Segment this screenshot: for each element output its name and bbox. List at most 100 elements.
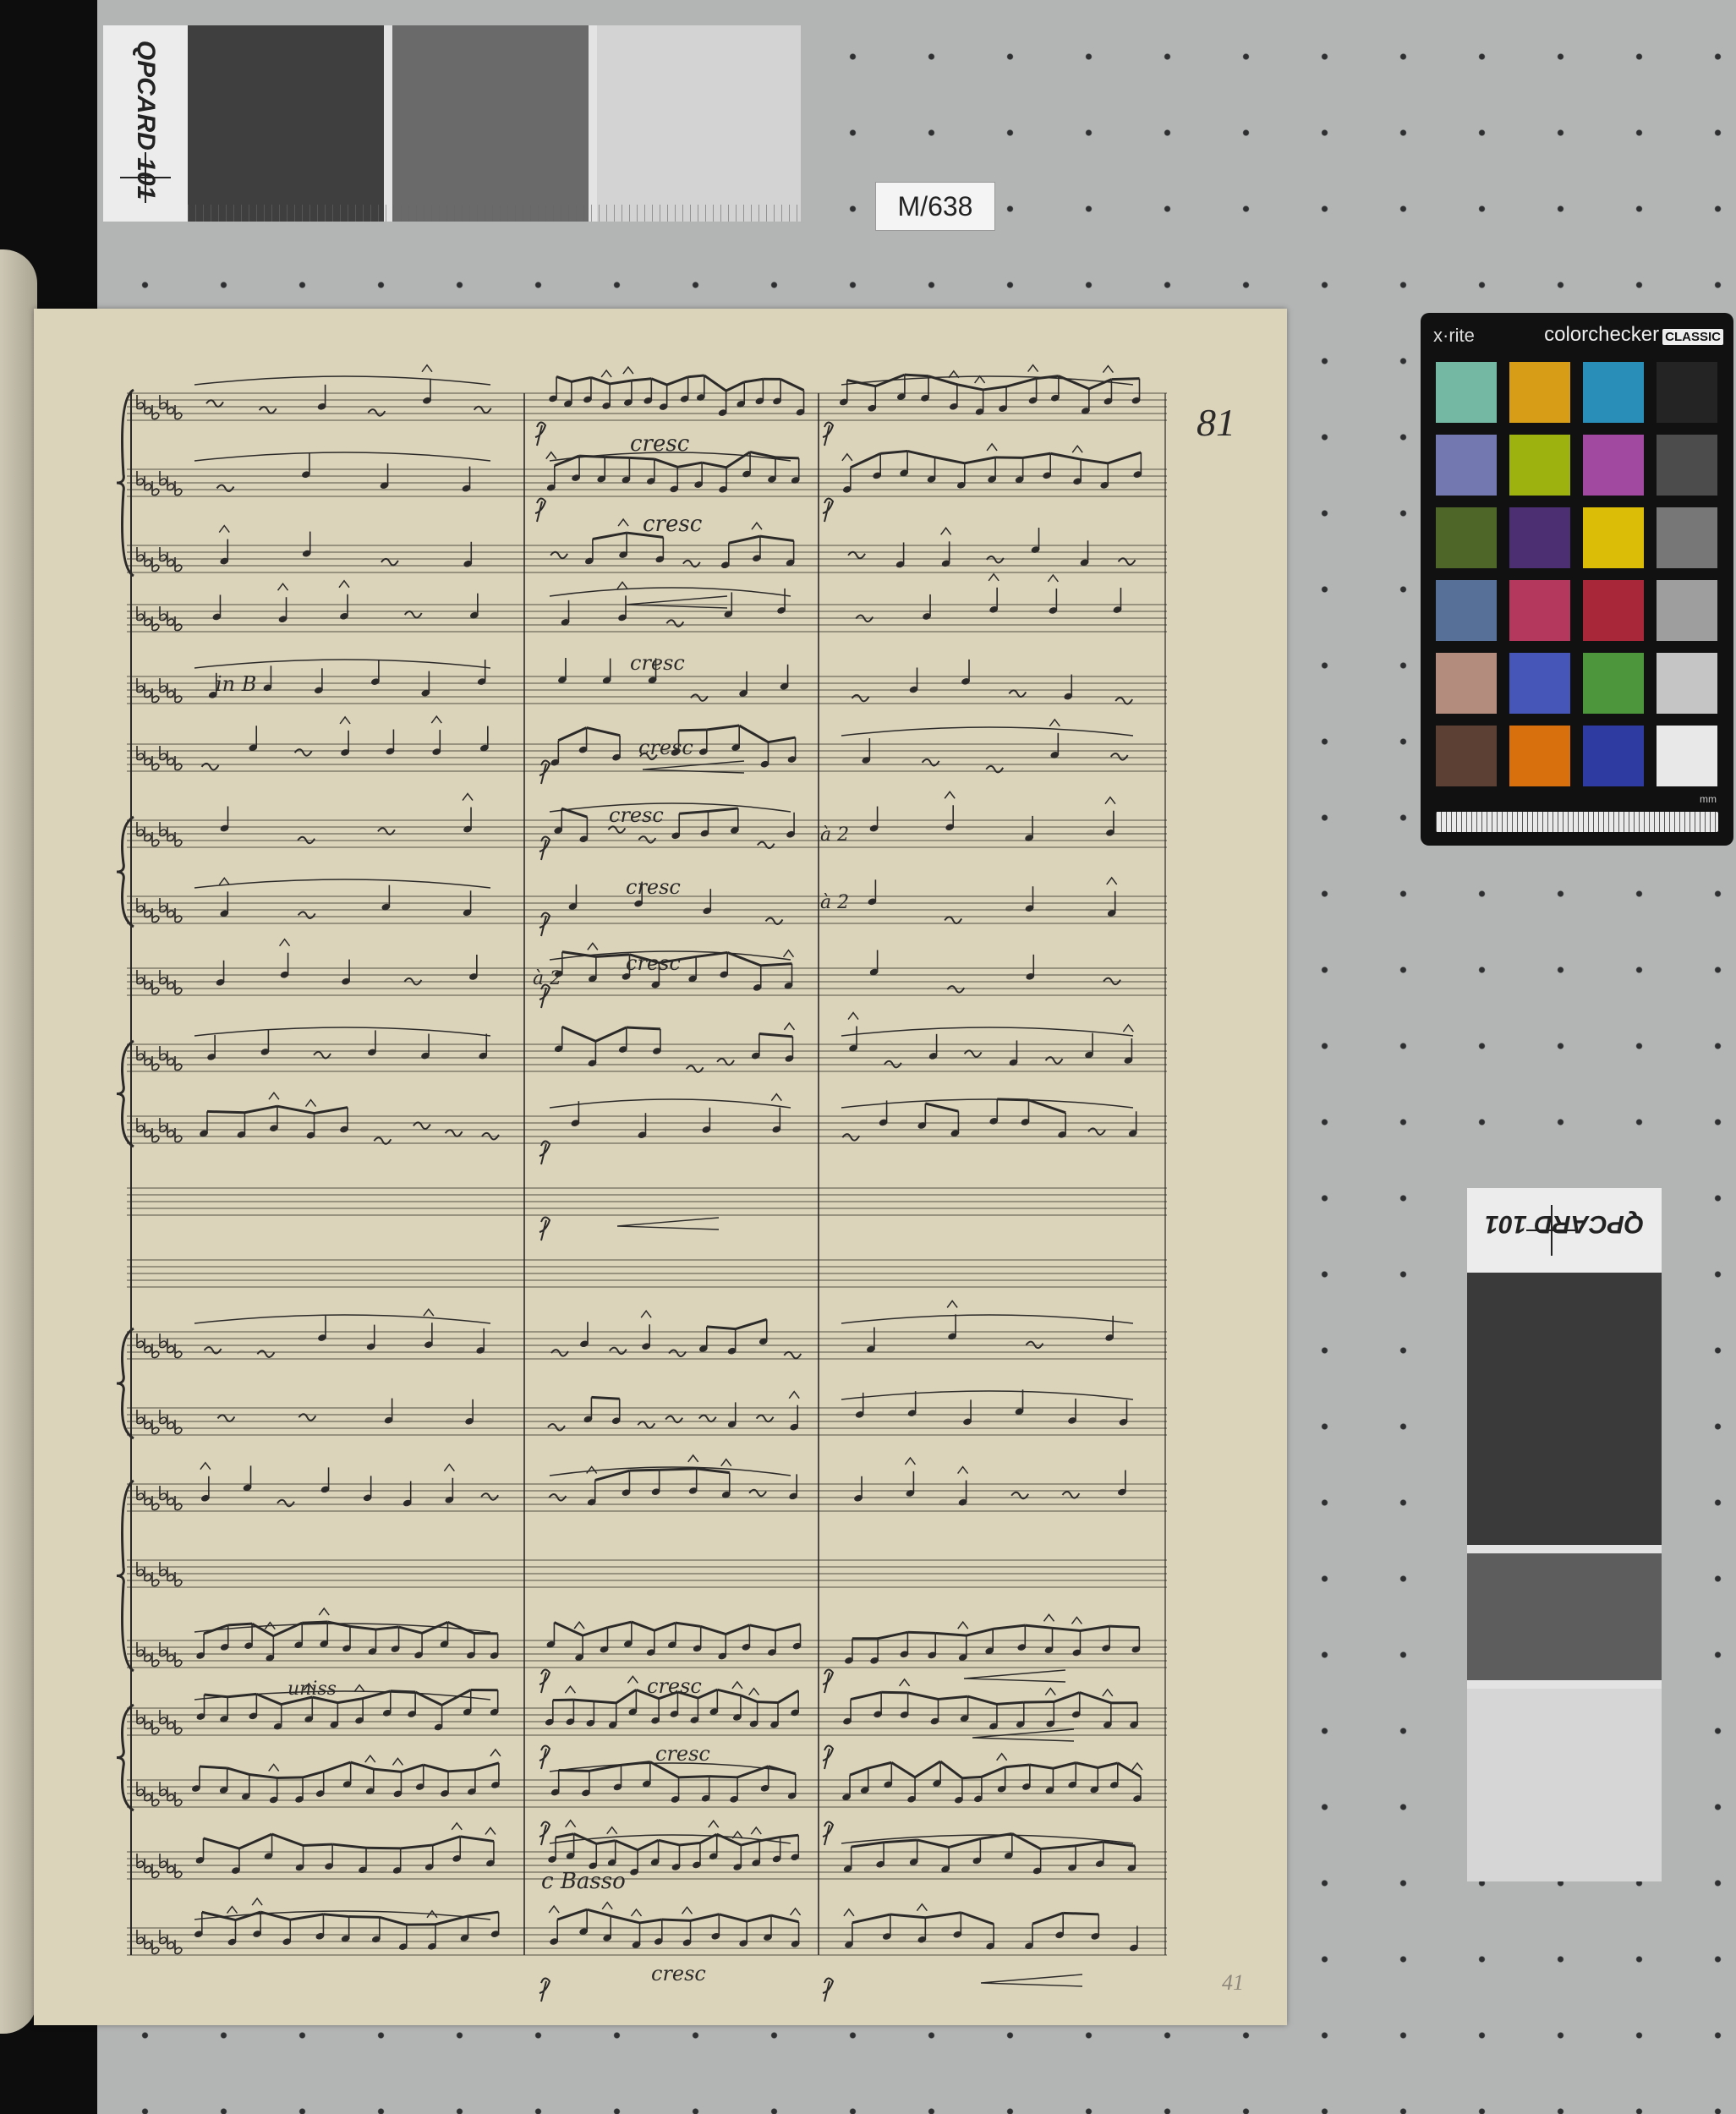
accent-mark — [338, 579, 350, 589]
rest-mark — [216, 1414, 236, 1422]
accent-mark — [304, 1098, 317, 1108]
color-swatch — [1436, 653, 1497, 714]
color-swatch — [1657, 580, 1717, 641]
note-beam — [679, 810, 709, 815]
dynamic-mark — [539, 1821, 551, 1846]
rest-mark — [216, 484, 235, 492]
note-beam — [775, 1623, 801, 1632]
slur — [841, 726, 1134, 737]
accent-mark — [277, 582, 289, 591]
accent-mark — [1102, 364, 1114, 374]
note-beam — [746, 1914, 772, 1923]
color-swatch — [1583, 580, 1644, 641]
note-beam — [375, 1625, 399, 1631]
dynamic-mark — [539, 1668, 551, 1694]
note-beam — [877, 1630, 908, 1640]
note-beam — [610, 1914, 640, 1925]
xrite-logo: x·rite — [1433, 325, 1475, 346]
note-beam — [759, 534, 794, 543]
note-beam — [235, 1910, 261, 1922]
note-beam — [1107, 451, 1142, 465]
manuscript-score-page: 81 41 cresc cresc cresc cresc cresc cres… — [34, 309, 1287, 2025]
note-beam — [337, 1697, 364, 1705]
note-beam — [740, 1839, 760, 1847]
note-beam — [255, 1692, 282, 1706]
note-beam — [700, 1624, 726, 1635]
note-beam — [277, 1104, 315, 1115]
a2-marking: à 2 — [820, 824, 850, 846]
target-brand-panel: QPCARD 101 — [1467, 1188, 1662, 1273]
color-checker-card: x·rite colorchecker CLASSIC mm — [1421, 313, 1733, 846]
note-beam — [956, 383, 983, 392]
note-beam — [914, 1760, 941, 1779]
color-swatch — [1583, 653, 1644, 714]
note-beam — [675, 1621, 701, 1628]
accent-mark — [789, 1907, 802, 1916]
accent-mark — [1106, 876, 1118, 885]
note-beam — [435, 1914, 468, 1926]
rest-mark — [205, 399, 224, 408]
cresc-marking: cresc — [638, 736, 693, 759]
slur — [194, 1027, 491, 1037]
rest-mark — [1109, 753, 1129, 761]
note-beam — [749, 1624, 776, 1632]
cresc-marking: cresc — [630, 431, 690, 457]
note-beam — [582, 1626, 608, 1637]
colorchecker-title: colorchecker CLASSIC — [1544, 323, 1723, 347]
accent-mark — [565, 1819, 577, 1828]
note-beam — [890, 1913, 926, 1920]
rest-mark — [755, 1414, 775, 1423]
note-beam — [868, 1761, 892, 1770]
accent-mark — [421, 364, 433, 373]
note-beam — [880, 449, 908, 455]
slur — [549, 587, 791, 597]
note-beam — [708, 807, 738, 813]
note-beam — [934, 456, 966, 465]
dynamic-mark — [822, 497, 835, 523]
color-swatch-grid — [1436, 362, 1718, 790]
note-beam — [852, 1913, 891, 1925]
gray-patch-dark — [188, 25, 384, 222]
note-beam — [740, 1694, 758, 1703]
note-beam — [725, 381, 745, 392]
slur — [841, 1098, 1134, 1109]
note-beam — [590, 375, 611, 386]
note-beam — [199, 1765, 227, 1770]
gray-patch-mid — [392, 25, 589, 222]
note-beam — [1053, 1691, 1081, 1703]
accent-mark — [681, 1906, 693, 1914]
color-swatch — [1509, 362, 1570, 423]
accent-mark — [226, 1905, 238, 1914]
accent-mark — [783, 1021, 796, 1031]
note-beam — [948, 1837, 981, 1848]
rest-mark — [550, 1349, 569, 1357]
note-beam — [468, 1910, 499, 1918]
dynamic-mark — [539, 1140, 551, 1165]
note-beam — [849, 1766, 869, 1777]
accent-mark — [899, 1678, 911, 1687]
accent-mark — [957, 1620, 969, 1629]
note-beam — [1022, 452, 1051, 459]
note-beam — [609, 379, 633, 386]
note-beam — [780, 378, 805, 392]
note-beam — [775, 456, 799, 460]
gray-patch-light — [597, 25, 801, 222]
note-beam — [678, 728, 707, 732]
note-beam — [738, 724, 769, 743]
accent-mark — [946, 1300, 958, 1308]
rest-mark — [1008, 689, 1027, 698]
rest-mark — [480, 1492, 500, 1501]
note-beam — [571, 375, 592, 383]
hairpin — [963, 1669, 1066, 1683]
note-beam — [1025, 1624, 1053, 1629]
note-beam — [277, 1776, 304, 1779]
rest-mark — [690, 693, 709, 702]
accent-mark — [640, 1309, 652, 1318]
rest-mark — [698, 1414, 717, 1423]
hairpin — [980, 1974, 1083, 1987]
note-beam — [938, 1695, 968, 1701]
note-beam — [447, 1768, 475, 1773]
slur — [194, 659, 491, 669]
accent-mark — [708, 1819, 720, 1828]
score-staves — [116, 364, 1167, 2002]
